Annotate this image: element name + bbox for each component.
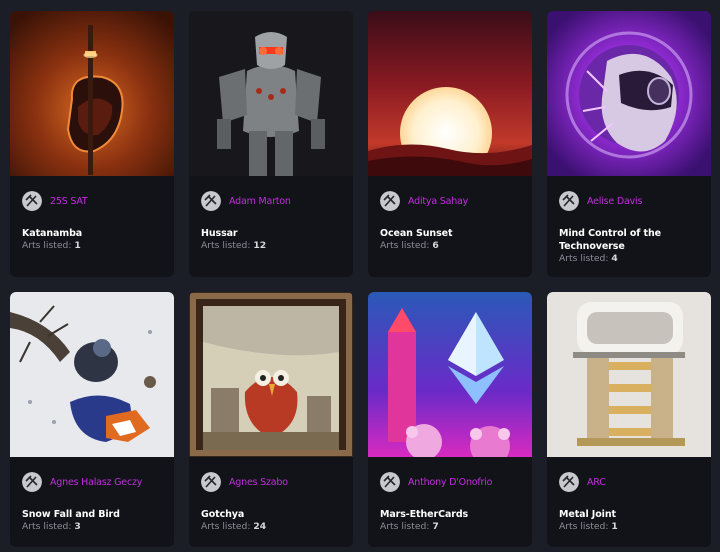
artwork-title: Mars-EtherCards [380,509,469,520]
arts-listed-count: Arts listed: 4 [559,253,618,264]
artist-card-agnes-halasz-geczy[interactable]: Agnes Halasz Geczy Snow Fall and Bird Ar… [10,292,174,547]
artist-card-aelise-davis[interactable]: Aelise Davis Mind Control of the Technov… [547,11,711,277]
artwork-title: Mind Control of the Technoverse [559,228,661,252]
artist-name-link[interactable]: Agnes Halasz Geczy [50,477,142,488]
artwork-title: Katanamba [22,228,83,239]
arts-listed-count: Arts listed: 6 [380,240,439,251]
arts-listed-count: Arts listed: 7 [380,521,439,532]
artist-avatar-icon[interactable] [559,472,579,492]
framed-bird-painting [189,292,353,457]
katana-artwork [10,11,174,176]
snow-bird-artwork [10,292,174,457]
artist-avatar-icon[interactable] [380,472,400,492]
artist-name-link[interactable]: Agnes Szabo [229,477,288,488]
metal-joint-artwork [547,292,711,457]
artist-name-link[interactable]: Adam Marton [229,196,291,207]
artist-avatar-icon[interactable] [201,191,221,211]
arts-listed-count: Arts listed: 1 [559,521,618,532]
arts-listed-count: Arts listed: 24 [201,521,267,532]
artist-card-arc[interactable]: ARC Metal Joint Arts listed: 1 [547,292,711,547]
artist-name-link[interactable]: Aditya Sahay [408,196,468,207]
artist-card-25s-sat[interactable]: 25S SAT Katanamba Arts listed: 1 [10,11,174,277]
artist-name-link[interactable]: 25S SAT [50,196,88,207]
artist-avatar-icon[interactable] [22,191,42,211]
artwork-title: Snow Fall and Bird [22,509,120,520]
arts-listed-count: Arts listed: 1 [22,240,81,251]
artist-name-link[interactable]: Aelise Davis [587,196,642,207]
artist-avatar-icon[interactable] [22,472,42,492]
artwork-title: Gotchya [201,509,245,520]
artist-avatar-icon[interactable] [380,191,400,211]
armored-robot-artwork [189,11,353,176]
arts-listed-count: Arts listed: 3 [22,521,81,532]
cyber-helmet-artwork [547,11,711,176]
arts-listed-count: Arts listed: 12 [201,240,267,251]
artist-name-link[interactable]: ARC [587,477,606,488]
artist-name-link[interactable]: Anthony D'Onofrio [408,477,492,488]
artwork-title: Hussar [201,228,238,239]
artist-card-aditya-sahay[interactable]: Aditya Sahay Ocean Sunset Arts listed: 6 [368,11,532,277]
ethereum-rocket-artwork [368,292,532,457]
ocean-sunset-artwork [368,11,532,176]
artist-avatar-icon[interactable] [559,191,579,211]
artwork-title: Metal Joint [559,509,616,520]
artist-avatar-icon[interactable] [201,472,221,492]
artwork-title: Ocean Sunset [380,228,453,239]
artist-card-agnes-szabo[interactable]: Agnes Szabo Gotchya Arts listed: 24 [189,292,353,547]
artist-card-adam-marton[interactable]: Adam Marton Hussar Arts listed: 12 [189,11,353,277]
artist-card-anthony-donofrio[interactable]: Anthony D'Onofrio Mars-EtherCards Arts l… [368,292,532,547]
